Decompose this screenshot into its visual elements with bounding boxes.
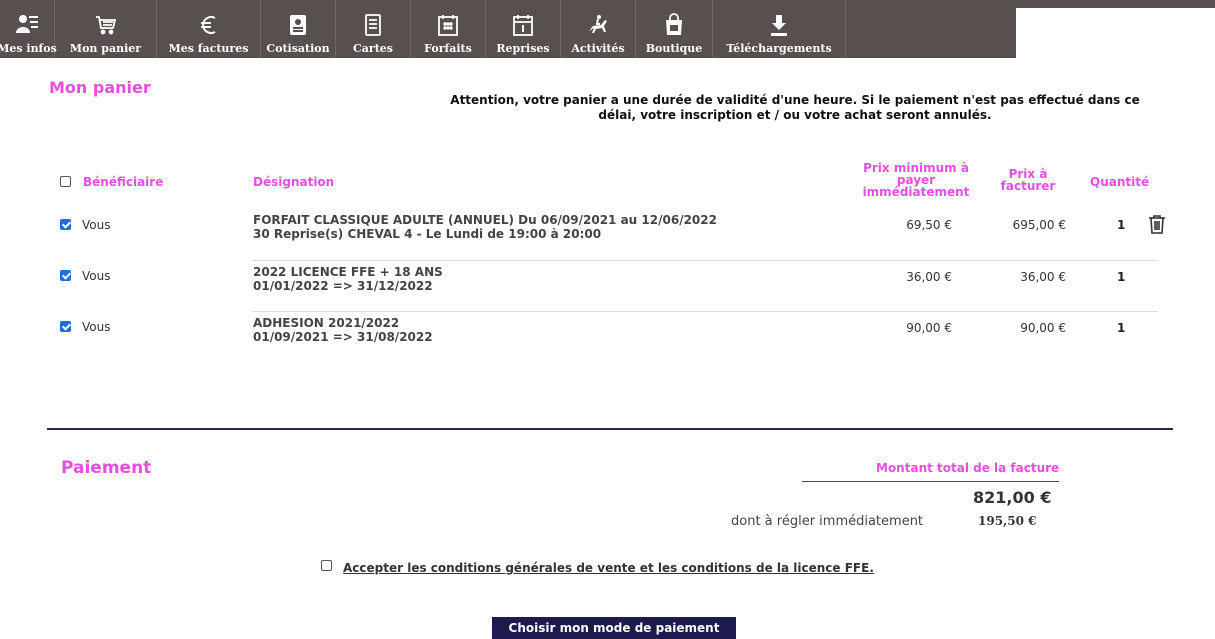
nav-label: Cotisation [266,42,330,55]
nav-telechargements[interactable]: Téléchargements [713,0,846,58]
shopping-bag-icon [661,12,687,38]
section-divider [47,428,1173,430]
row-min-price: 69,50 € [906,218,952,232]
page-title: Mon panier [49,78,151,97]
row-invoice-price: 36,00 € [1020,270,1066,284]
nav-label: Mon panier [69,42,142,55]
designation-line: FORFAIT CLASSIQUE ADULTE (ANNUEL) Du 06/… [253,213,717,227]
nav-label: Mes infos [0,42,57,55]
nav-label: Reprises [496,42,550,55]
immediate-label: dont à régler immédiatement [731,514,924,529]
nav-mes-factures[interactable]: Mes factures [157,0,261,58]
immediate-amount: 195,50 € [978,514,1037,528]
nav-strip [1016,0,1215,8]
row-quantity: 1 [1117,321,1126,335]
user-card-icon [14,12,40,38]
header-text: immédiatement [862,185,970,199]
header-min-price: Prix minimum à payer immédiatement [848,162,984,198]
select-all-checkbox[interactable] [60,176,71,187]
card-list-icon [360,12,386,38]
nav-activites[interactable]: Activités [561,0,636,58]
row-designation: 2022 LICENCE FFE + 18 ANS 01/01/2022 => … [253,265,443,293]
nav-mon-panier[interactable]: Mon panier [55,0,157,58]
row-checkbox[interactable] [60,219,71,230]
designation-line: 2022 LICENCE FFE + 18 ANS [253,265,443,279]
nav-label: Forfaits [424,42,472,55]
euro-icon [196,12,222,38]
id-badge-icon [285,12,311,38]
cart-icon [93,12,119,38]
nav-reprises[interactable]: Reprises [486,0,561,58]
total-underline [802,481,1059,482]
total-amount: 821,00 € [973,488,1052,507]
row-quantity: 1 [1117,270,1126,284]
row-checkbox[interactable] [60,270,71,281]
nav-label: Téléchargements [726,42,832,55]
accept-terms-checkbox[interactable] [321,560,332,571]
row-invoice-price: 90,00 € [1020,321,1066,335]
nav-cartes[interactable]: Cartes [336,0,411,58]
header-quantity: Quantité [1090,175,1150,189]
nav-boutique[interactable]: Boutique [636,0,713,58]
row-min-price: 90,00 € [906,321,952,335]
nav-label: Activités [571,42,625,55]
header-beneficiary: Bénéficiaire [83,175,164,189]
header-text: facturer [1000,179,1056,193]
top-navigation: Mes infos Mon panier Mes factures Cotisa… [0,0,1016,58]
designation-line: 01/01/2022 => 31/12/2022 [253,279,433,293]
nav-forfaits[interactable]: Forfaits [411,0,486,58]
row-separator [252,260,1158,261]
nav-cotisation[interactable]: Cotisation [261,0,336,58]
notice-line: Attention, votre panier a une durée de v… [450,93,1140,107]
validity-notice: Attention, votre panier a une durée de v… [430,93,1160,123]
nav-mes-infos[interactable]: Mes infos [0,0,57,58]
header-designation: Désignation [253,175,335,189]
payment-title: Paiement [61,458,152,478]
nav-label: Mes factures [168,42,249,55]
calendar-day-icon [510,12,536,38]
row-beneficiary: Vous [82,269,111,283]
accept-terms-link[interactable]: Accepter les conditions générales de ven… [343,561,874,575]
header-invoice-price: Prix à facturer [990,168,1066,192]
designation-line: ADHESION 2021/2022 [253,316,400,330]
trash-icon[interactable] [1148,214,1166,234]
row-designation: ADHESION 2021/2022 01/09/2021 => 31/08/2… [253,316,433,344]
designation-line: 01/09/2021 => 31/08/2022 [253,330,433,344]
horse-rider-icon [585,12,611,38]
row-quantity: 1 [1117,218,1126,232]
row-checkbox[interactable] [60,321,71,332]
notice-line: délai, votre inscription et / ou votre a… [598,108,992,122]
designation-line: 30 Reprise(s) CHEVAL 4 - Le Lundi de 19:… [253,227,602,241]
row-min-price: 36,00 € [906,270,952,284]
total-label: Montant total de la facture [876,461,1060,475]
row-beneficiary: Vous [82,320,111,334]
download-icon [766,12,792,38]
row-invoice-price: 695,00 € [1012,218,1066,232]
row-beneficiary: Vous [82,218,111,232]
calendar-grid-icon [435,12,461,38]
choose-payment-button[interactable]: Choisir mon mode de paiement [492,617,736,639]
row-designation: FORFAIT CLASSIQUE ADULTE (ANNUEL) Du 06/… [253,213,717,241]
nav-label: Cartes [353,42,393,55]
nav-label: Boutique [645,42,703,55]
row-separator [252,311,1158,312]
